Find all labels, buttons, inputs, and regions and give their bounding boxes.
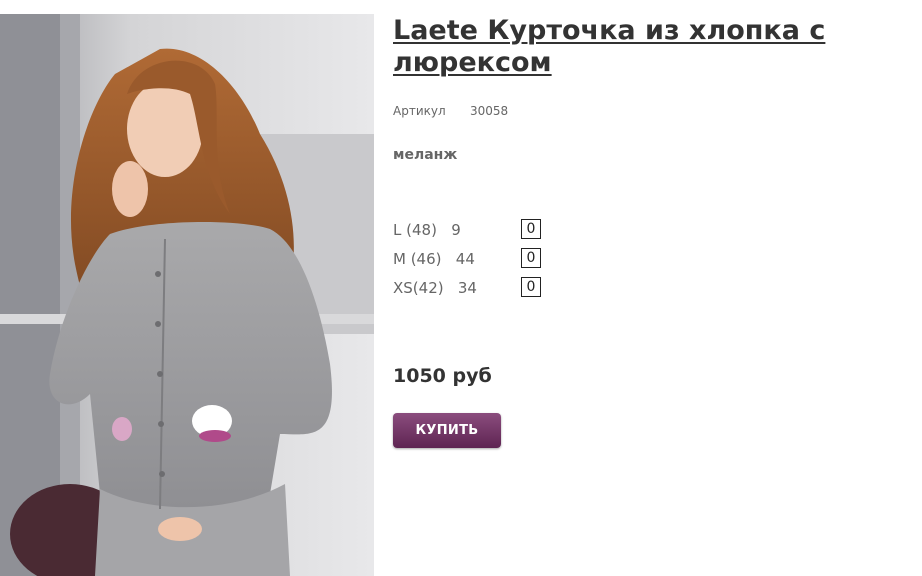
product-image [0,14,374,576]
product-details: Laete Курточка из хлопка с люрексом Арти… [393,0,913,448]
size-label: XS(42) 34 [393,279,477,297]
sku-value: 30058 [470,104,509,118]
size-row-xs: XS(42) 34 [393,277,913,306]
size-row-m: M (46) 44 [393,248,913,277]
quantity-input[interactable] [521,248,541,268]
quantity-input[interactable] [521,219,541,239]
sku-label: Артикул [393,104,446,118]
product-photo [0,14,374,576]
product-title[interactable]: Laete Курточка из хлопка с люрексом [393,15,913,79]
buy-button[interactable]: КУПИТЬ [393,413,501,448]
size-label: M (46) 44 [393,250,475,268]
product-price: 1050 руб [393,365,492,387]
size-row-l: L (48) 9 [393,219,913,248]
size-label: L (48) 9 [393,221,461,239]
quantity-input[interactable] [521,277,541,297]
product-page: Laete Курточка из хлопка с люрексом Арти… [0,0,922,576]
size-list: L (48) 9 M (46) 44 XS(42) 34 [393,219,913,306]
product-sku: Артикул 30058 [393,104,913,118]
product-color: меланж [393,147,458,163]
